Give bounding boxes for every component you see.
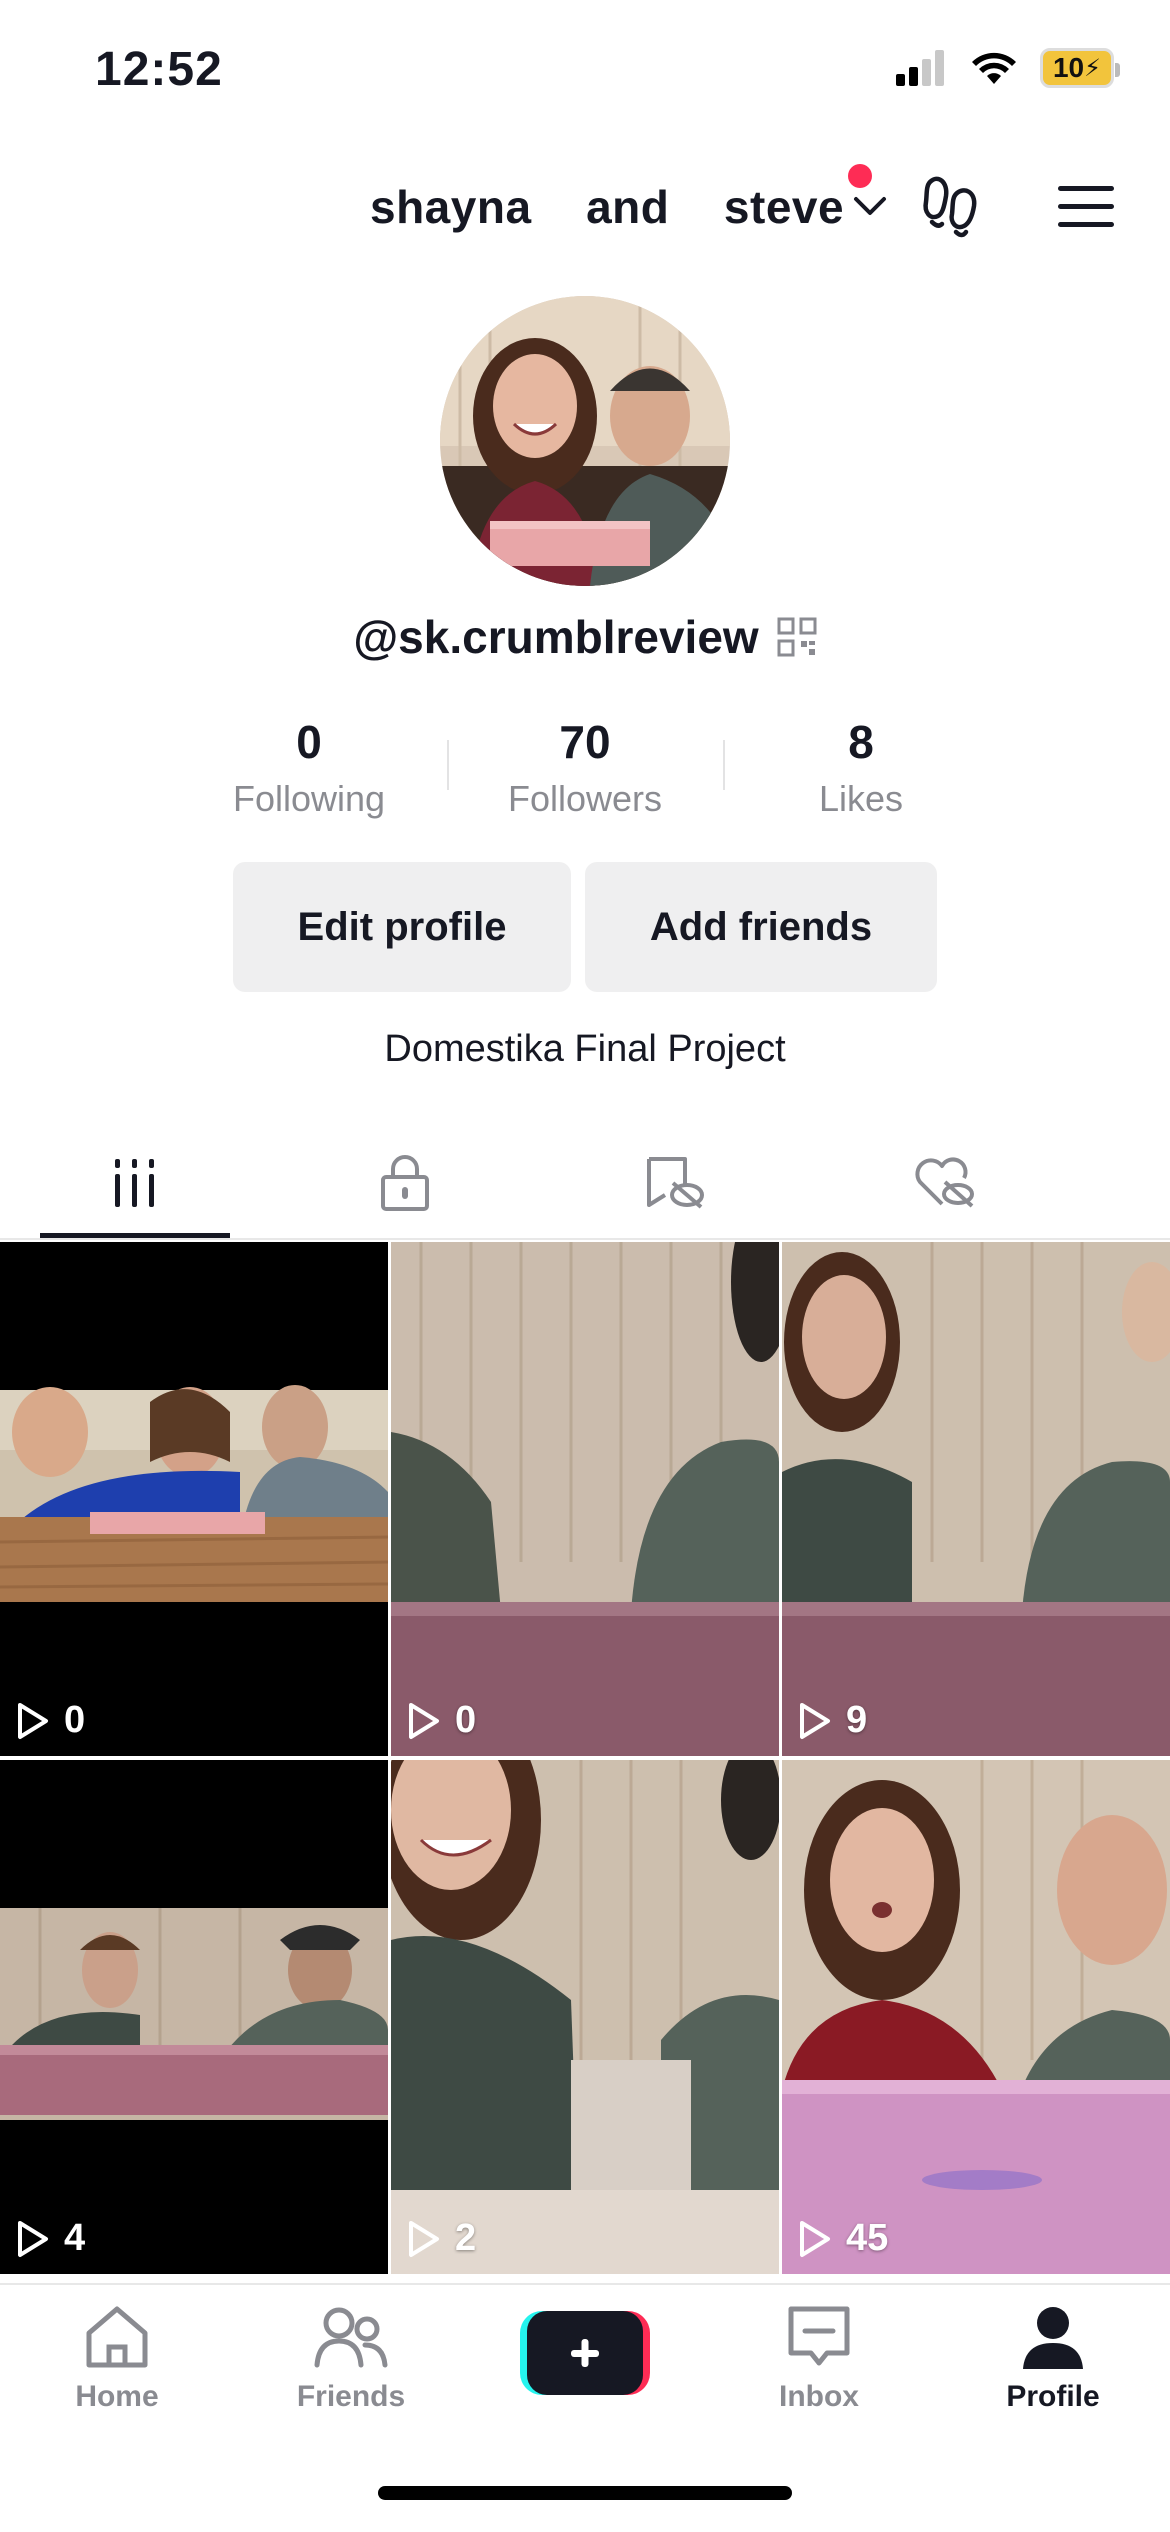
hidden-bookmark-icon (647, 1157, 704, 1209)
video-thumbnail[interactable]: 9 (782, 1242, 1170, 1756)
play-icon (409, 1702, 439, 1739)
tab-videos[interactable] (0, 1128, 270, 1238)
nav-home[interactable]: Home (0, 2303, 234, 2414)
stat-likes[interactable]: 8 Likes (723, 712, 999, 824)
video-thumbnail[interactable]: 0 (0, 1242, 388, 1756)
hamburger-menu-icon (1058, 186, 1114, 227)
friends-icon (314, 2307, 388, 2368)
add-friends-button[interactable]: Add friends (585, 862, 937, 992)
edit-profile-button[interactable]: Edit profile (233, 862, 571, 992)
avatar[interactable] (440, 296, 730, 586)
create-button[interactable] (520, 2311, 650, 2395)
nav-label: Inbox (779, 2380, 859, 2413)
tab-reposts[interactable] (540, 1128, 810, 1238)
play-icon (18, 2220, 48, 2257)
video-thumbnail-image (782, 1242, 1170, 1756)
play-icon (800, 1702, 830, 1739)
stat-value: 0 (296, 716, 322, 768)
view-count: 0 (16, 1699, 85, 1742)
nav-inbox[interactable]: Inbox (702, 2303, 936, 2414)
wifi-icon (972, 52, 1016, 84)
account-name: shayna and steve (370, 181, 845, 233)
view-count-value: 4 (64, 2217, 86, 2259)
status-bar: 12:52 10 ⚡ (0, 0, 1170, 140)
view-count: 9 (798, 1699, 867, 1742)
play-icon (800, 2220, 830, 2257)
battery-level: 10 (1052, 52, 1085, 83)
play-icon (18, 1702, 48, 1739)
menu-button[interactable] (1056, 182, 1116, 237)
signal-icon (896, 50, 944, 86)
chevron-down-icon (854, 197, 887, 215)
lock-icon (381, 1155, 429, 1211)
hidden-heart-icon (915, 1157, 974, 1208)
tabs-divider (0, 1238, 1170, 1240)
view-count-value: 2 (455, 2217, 477, 2259)
qr-code-icon[interactable] (777, 617, 817, 657)
username: @sk.crumblreview (353, 611, 759, 663)
video-thumbnail-image (0, 1760, 388, 2274)
nav-profile[interactable]: Profile (936, 2303, 1170, 2414)
view-count: 45 (798, 2217, 888, 2260)
stat-value: 8 (848, 716, 874, 768)
view-count-value: 9 (846, 1699, 868, 1741)
view-count-value: 0 (64, 1699, 86, 1741)
view-count: 0 (407, 1699, 476, 1742)
profile-header: shayna and steve (0, 160, 1170, 250)
bio: Domestika Final Project (384, 1028, 786, 1070)
stat-following[interactable]: 0 Following (171, 712, 447, 824)
notification-dot (848, 164, 872, 188)
video-thumbnail[interactable]: 2 (391, 1760, 779, 2274)
profile-tabs (0, 1128, 1170, 1238)
profile-stats: 0 Following 70 Followers 8 Likes (0, 712, 1170, 824)
nav-label: Home (75, 2380, 159, 2413)
video-thumbnail[interactable]: 45 (782, 1760, 1170, 2274)
stat-label: Following (232, 778, 386, 819)
stat-value: 70 (559, 716, 611, 768)
nav-label: Profile (1006, 2380, 1100, 2413)
footprints-icon (923, 176, 977, 238)
inbox-icon (788, 2306, 850, 2366)
tab-private[interactable] (270, 1128, 540, 1238)
username-row: @sk.crumblreview (0, 610, 1170, 664)
video-thumbnail[interactable]: 4 (0, 1760, 388, 2274)
view-count: 4 (16, 2217, 85, 2260)
profile-actions: Edit profile Add friends (0, 862, 1170, 992)
video-grid: 0 0 9 4 2 45 (0, 1242, 1170, 2274)
stat-followers[interactable]: 70 Followers (447, 712, 723, 824)
stat-label: Likes (818, 778, 904, 819)
video-thumbnail-image (391, 1242, 779, 1756)
profile-views-button[interactable] (920, 174, 986, 243)
stat-label: Followers (507, 778, 663, 819)
profile-icon (1023, 2307, 1083, 2369)
video-thumbnail-image (782, 1760, 1170, 2274)
view-count-value: 45 (846, 2217, 889, 2259)
nav-friends[interactable]: Friends (234, 2303, 468, 2414)
video-thumbnail[interactable]: 0 (391, 1242, 779, 1756)
nav-label: Friends (296, 2380, 406, 2413)
view-count: 2 (407, 2217, 476, 2260)
home-indicator (378, 2486, 792, 2500)
status-time: 12:52 (95, 43, 223, 96)
video-thumbnail-image (0, 1242, 388, 1756)
plus-icon (520, 2311, 650, 2395)
status-icons: 10 ⚡ (896, 48, 1120, 88)
view-count-value: 0 (455, 1699, 477, 1741)
battery-icon: 10 ⚡ (1040, 48, 1120, 88)
account-switcher[interactable]: shayna and steve (370, 180, 888, 234)
avatar-photo (440, 296, 730, 586)
video-thumbnail-image (391, 1760, 779, 2274)
play-icon (409, 2220, 439, 2257)
home-icon (86, 2306, 148, 2368)
grid-icon (115, 1159, 154, 1207)
tab-liked[interactable] (810, 1128, 1080, 1238)
